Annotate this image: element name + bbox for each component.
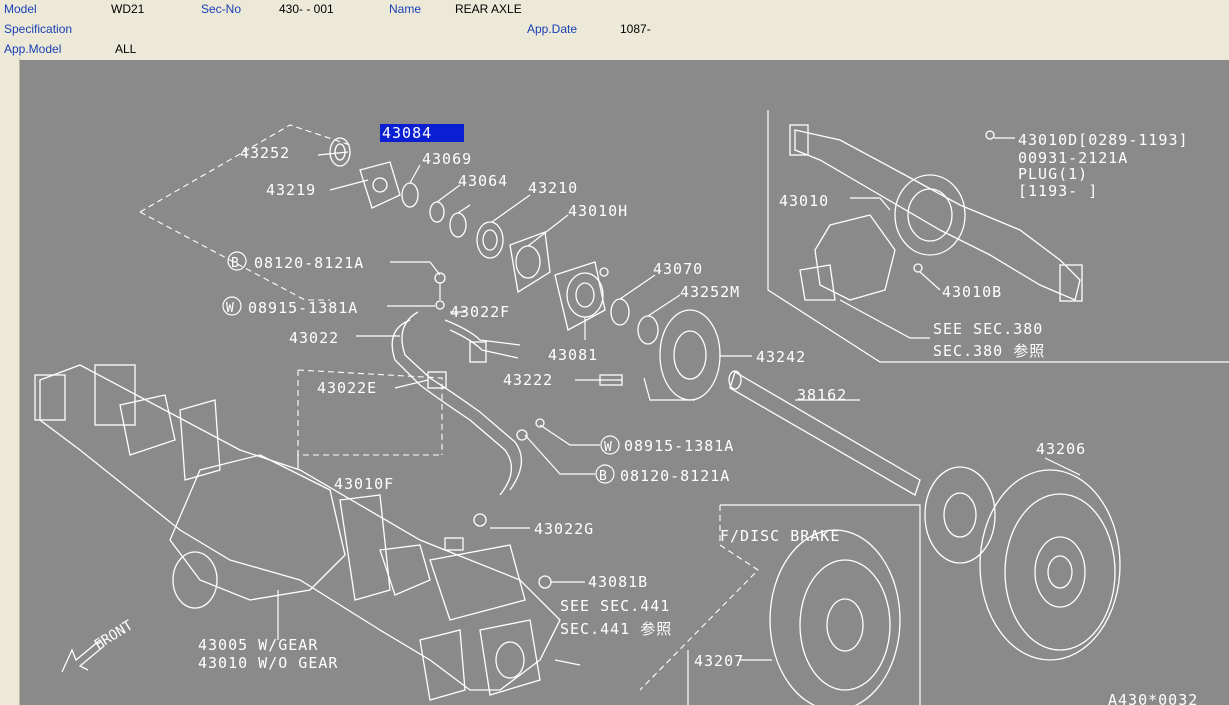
appmodel-label: App.Model [4, 42, 62, 56]
part-43022E[interactable]: 43022E [317, 379, 377, 397]
part-43242[interactable]: 43242 [756, 348, 806, 366]
sec-380-ref: SEC.380 参照 [933, 342, 1045, 360]
part-43210[interactable]: 43210 [528, 179, 578, 197]
appmodel-value: ALL [115, 42, 137, 56]
see-sec-441: SEE SEC.441 [560, 597, 670, 615]
specification-label: Specification [4, 22, 73, 36]
part-43010H[interactable]: 43010H [568, 202, 628, 220]
part-38162[interactable]: 38162 [797, 386, 847, 404]
part-43070[interactable]: 43070 [653, 260, 703, 278]
part-43010B[interactable]: 43010B [942, 283, 1002, 301]
name-value: REAR AXLE [455, 2, 522, 16]
part-plug-date: [1193- ] [1018, 182, 1098, 200]
breather-hose [297, 311, 530, 551]
part-43064[interactable]: 43064 [458, 172, 508, 190]
part-43022[interactable]: 43022 [289, 329, 339, 347]
part-43222[interactable]: 43222 [503, 371, 553, 389]
sec-441-ref: SEC.441 参照 [560, 620, 672, 638]
part-43010D[interactable]: 43010D[0289-1193] [1018, 131, 1189, 149]
part-43010F[interactable]: 43010F [334, 475, 394, 493]
part-43252[interactable]: 43252 [240, 144, 290, 162]
part-43206[interactable]: 43206 [1036, 440, 1086, 458]
header-panel: Model WD21 Sec-No 430- - 001 Name REAR A… [0, 0, 1229, 58]
part-plug: PLUG(1) [1018, 165, 1088, 183]
part-43081B[interactable]: 43081B [588, 573, 648, 591]
model-value: WD21 [111, 2, 145, 16]
left-gutter [0, 58, 20, 705]
see-sec-380: SEE SEC.380 [933, 320, 1043, 338]
f-disc-brake-label: F/DISC BRAKE [720, 527, 840, 545]
name-label: Name [389, 2, 422, 16]
svg-text:B: B [231, 256, 239, 271]
part-43010-without-gear[interactable]: 43010 W/O GEAR [198, 654, 338, 672]
part-43252M[interactable]: 43252M [680, 283, 740, 301]
bolt-callouts: B W W B [222, 251, 620, 484]
svg-text:B: B [599, 469, 607, 484]
front-label: FRONT [92, 617, 137, 653]
appdate-label: App.Date [527, 22, 578, 36]
part-08915-1381A-top[interactable]: 08915-1381A [248, 299, 358, 317]
part-43081[interactable]: 43081 [548, 346, 598, 364]
svg-text:W: W [226, 301, 234, 316]
part-43069[interactable]: 43069 [422, 150, 472, 168]
part-43207[interactable]: 43207 [694, 652, 744, 670]
appdate-value: 1087- [620, 22, 651, 36]
part-43022F[interactable]: 43022F [450, 303, 510, 321]
model-label: Model [4, 2, 37, 16]
part-43005-with-gear[interactable]: 43005 W/GEAR [198, 636, 318, 654]
secno-label: Sec-No [201, 2, 242, 16]
part-08120-8121A-bottom[interactable]: 08120-8121A [620, 467, 730, 485]
parts-diagram: 43010D[0289-1193] 00931-2121A PLUG(1) [1… [20, 60, 1229, 705]
part-43022G[interactable]: 43022G [534, 520, 594, 538]
part-08915-1381A-bottom[interactable]: 08915-1381A [624, 437, 734, 455]
part-43219[interactable]: 43219 [266, 181, 316, 199]
secno-value: 430- - 001 [279, 2, 334, 16]
part-43010[interactable]: 43010 [779, 192, 829, 210]
svg-text:W: W [604, 440, 612, 455]
diagram-footer-code: A430*0032 [1108, 691, 1198, 705]
part-08120-8121A-top[interactable]: 08120-8121A [254, 254, 364, 272]
part-43084-selected[interactable]: 43084 [382, 124, 432, 142]
